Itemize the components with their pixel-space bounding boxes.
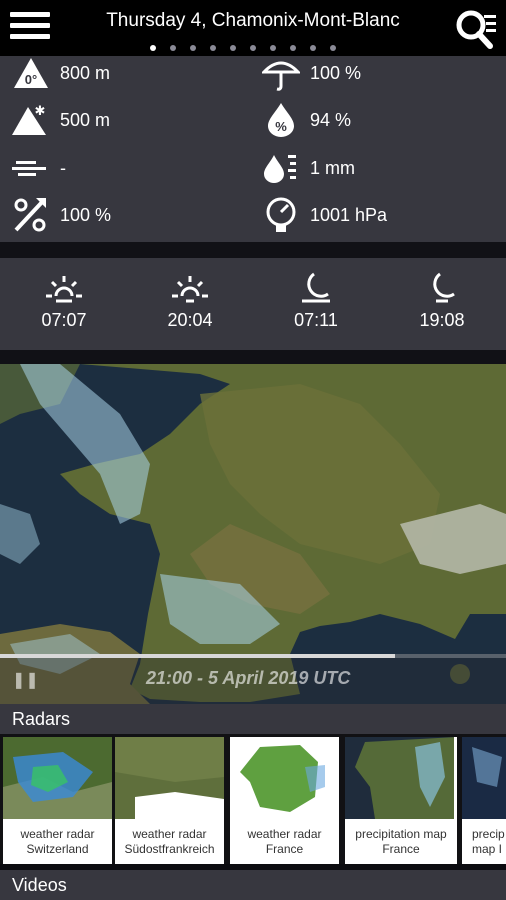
svg-text:%: % [275, 119, 287, 134]
percent-icon [14, 198, 46, 232]
probability-row: 100 % [12, 193, 111, 237]
radar-card-suedostfrankreich[interactable]: weather radar Südostfrankreich [115, 737, 224, 864]
moonrise-icon [302, 272, 330, 303]
radars-title: Radars [12, 709, 71, 729]
rain-probability-row: 100 % [262, 51, 361, 95]
weather-map[interactable]: ❚❚ 21:00 - 5 April 2019 UTC [0, 364, 506, 704]
page-dot[interactable] [230, 45, 236, 51]
page-dot[interactable] [250, 45, 256, 51]
moonrise-item: 07:11 [266, 272, 366, 331]
sunrise-icon [46, 276, 82, 303]
radar-card-label: weather radar France [247, 827, 322, 856]
umbrella-icon [262, 61, 300, 91]
pressure-value: 1001 hPa [310, 204, 388, 225]
radar-thumbnail [345, 737, 454, 819]
humidity-drop-icon: % [268, 103, 294, 137]
probability-value: 100 % [60, 204, 112, 225]
radars-section-header: Radars [0, 704, 506, 734]
svg-text:0°: 0° [25, 72, 37, 87]
radar-card-switzerland[interactable]: weather radar Switzerland [3, 737, 112, 864]
timeline-progress-track[interactable] [0, 654, 506, 658]
videos-title: Videos [12, 875, 67, 895]
radar-card-precipitation-france[interactable]: precipitation map France [345, 737, 457, 864]
sun-moon-panel: 07:07 20:04 07:11 19:08 [0, 258, 506, 350]
videos-section-header: Videos [0, 870, 506, 900]
wind-value: - [60, 157, 66, 178]
moonset-time: 19:08 [419, 310, 465, 330]
freezing-level-icon: 0° [14, 58, 48, 88]
snow-mountain-icon: ✱ [12, 103, 46, 135]
freezing-level-value: 800 m [60, 62, 111, 83]
page-dot[interactable] [170, 45, 176, 51]
sunrise-item: 07:07 [14, 272, 114, 331]
snow-limit-value: 500 m [60, 109, 111, 130]
radar-thumbnail [462, 737, 506, 819]
moonset-icon [433, 272, 455, 303]
search-list-icon[interactable] [452, 6, 500, 52]
moonrise-time: 07:11 [294, 310, 338, 330]
svg-text:✱: ✱ [35, 103, 46, 118]
page-dot[interactable] [210, 45, 216, 51]
rain-probability-value: 100 % [310, 62, 362, 83]
top-app-bar: Thursday 4, Chamonix-Mont-Blanc [0, 0, 506, 56]
divider [0, 242, 506, 258]
radar-card-label: precipitation map France [355, 827, 447, 856]
humidity-value: 94 % [310, 109, 352, 130]
page-dot[interactable] [150, 45, 156, 51]
timeline-progress-fill [0, 654, 395, 658]
barometer-icon [266, 197, 296, 232]
radars-carousel[interactable]: weather radar Switzerland weather radar Sü… [0, 734, 506, 864]
weather-details-panel: 0° 800 m ✱ 500 m - 100 % 100 % % 94 % 1 … [0, 56, 506, 242]
precipitation-row: 1 mm [262, 146, 355, 190]
radar-card-label: weather radar Switzerland [20, 827, 95, 856]
pressure-row: 1001 hPa [262, 193, 387, 237]
snow-limit-row: ✱ 500 m [12, 98, 110, 142]
page-title: Thursday 4, Chamonix-Mont-Blanc [106, 10, 400, 31]
page-dot[interactable] [190, 45, 196, 51]
radar-card-partial[interactable]: precip map I [462, 737, 506, 864]
radar-thumbnail [115, 737, 224, 819]
radar-thumbnail [3, 737, 112, 819]
radar-thumbnail [230, 737, 339, 819]
wind-icon [12, 161, 46, 176]
sunrise-time: 07:07 [41, 310, 87, 330]
sunset-icon [172, 276, 208, 303]
timeline-bar: ❚❚ 21:00 - 5 April 2019 UTC [0, 654, 506, 704]
radar-card-france[interactable]: weather radar France [230, 737, 339, 864]
radar-card-label: weather radar Südostfrankreich [124, 827, 215, 856]
map-timestamp: 21:00 - 5 April 2019 UTC [146, 668, 351, 688]
freezing-level-row: 0° 800 m [12, 51, 110, 95]
pause-icon[interactable]: ❚❚ [12, 670, 39, 690]
menu-icon[interactable] [10, 12, 50, 44]
precipitation-value: 1 mm [310, 157, 355, 178]
wind-row: - [12, 146, 66, 190]
radar-card-label: precip map I [472, 827, 505, 856]
sunset-time: 20:04 [167, 310, 213, 330]
satellite-map-image [0, 364, 506, 704]
sunset-item: 20:04 [140, 272, 240, 331]
humidity-row: % 94 % [262, 98, 351, 142]
moonset-item: 19:08 [392, 272, 492, 331]
precipitation-drop-icon [264, 155, 296, 183]
